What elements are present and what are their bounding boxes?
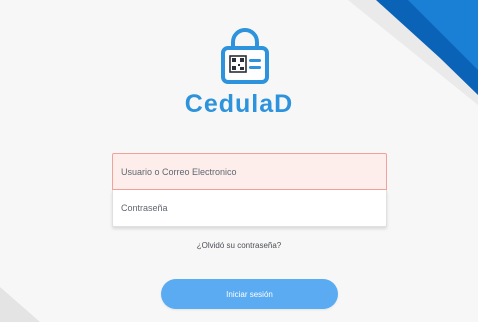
password-field[interactable]: Contraseña (112, 190, 387, 227)
username-placeholder: Usuario o Correo Electronico (121, 166, 237, 177)
id-card-lock-icon (221, 28, 269, 84)
forgot-password-link[interactable]: ¿Olvidó su contraseña? (0, 241, 478, 250)
password-placeholder: Contraseña (121, 203, 168, 213)
corner-decoration-bottom-left (0, 287, 40, 322)
username-field[interactable]: Usuario o Correo Electronico (112, 153, 387, 190)
login-button[interactable]: Iniciar sesión (161, 279, 338, 309)
login-screen: CedulaD Usuario o Correo Electronico Con… (0, 0, 478, 322)
app-title: CedulaD (184, 90, 294, 118)
